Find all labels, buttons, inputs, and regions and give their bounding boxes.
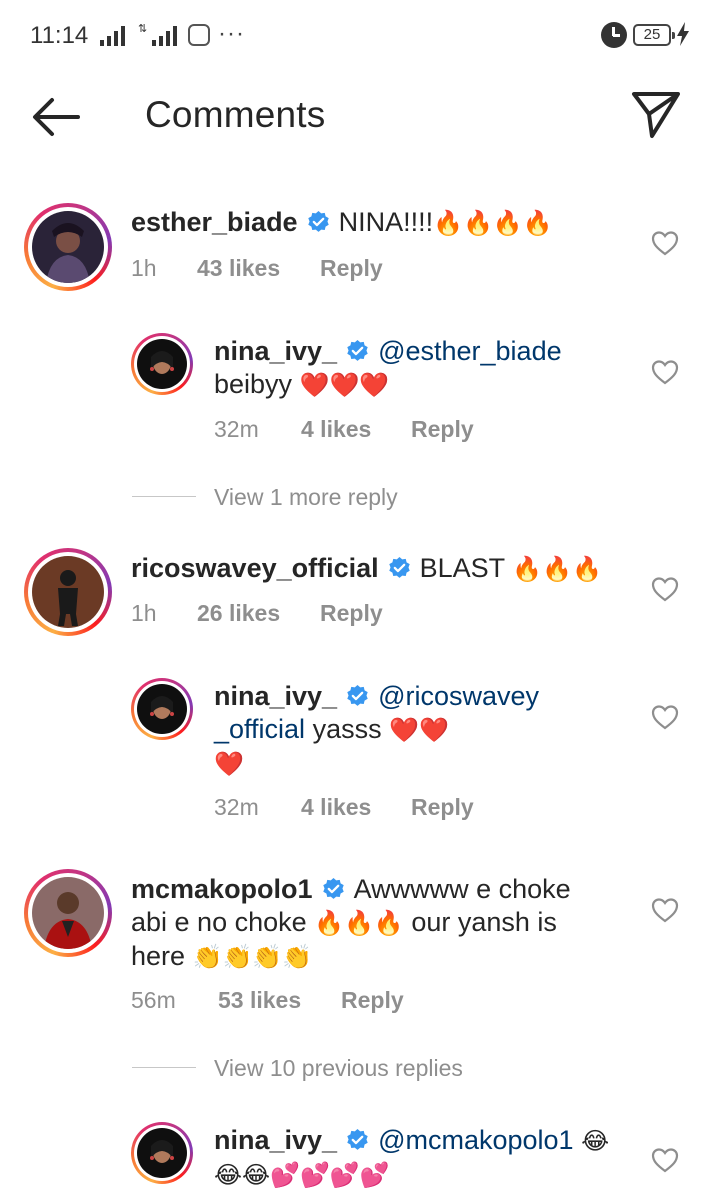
reply-body: beibyy [214,369,293,399]
divider [132,496,196,497]
verified-badge-icon [347,1129,368,1150]
avatar[interactable] [131,333,193,395]
reply-text: nina_ivy_ @ricoswavey _official yasss ❤️❤… [214,680,634,781]
alarm-icon [601,22,627,48]
username[interactable]: esther_biade [131,207,298,237]
comment-time: 1h [131,255,157,281]
mention-link[interactable]: @ricoswavey [378,681,539,711]
verified-badge-icon [388,557,410,578]
status-bar: 11:14 ⇅ ··· 25 [0,0,719,72]
likes-count[interactable]: 43 likes [197,255,320,282]
signal-icon [100,26,125,46]
status-time: 11:14 [30,22,89,49]
heart-emoji: ❤️❤️❤️ [299,372,390,399]
heart-icon[interactable] [651,1147,679,1173]
verified-badge-icon [322,878,344,899]
fire-emoji: 🔥🔥🔥 [314,910,404,937]
comment-text: mcmakopolo1 Awwwww e choke abi e no choke… [131,873,651,974]
likes-count[interactable]: 4 likes [301,794,411,821]
charging-icon [677,22,689,46]
header: Comments [0,72,719,162]
reply-text: nina_ivy_ @esther_biade beibyy ❤️❤️❤️ [214,335,634,402]
mention-link[interactable]: @esther_biade [378,336,562,366]
laughing-emoji: 😂 [581,1128,610,1155]
emoji-sequence: 😂😂💕💕💕💕 [214,1162,390,1189]
back-arrow-icon[interactable] [28,92,84,142]
mention-link-continued[interactable]: _official [214,714,305,744]
likes-count[interactable]: 53 likes [218,987,341,1014]
avatar[interactable] [131,678,193,740]
likes-count[interactable]: 4 likes [301,416,411,443]
heart-icon[interactable] [651,359,679,385]
reply-time: 32m [214,794,259,820]
heart-icon[interactable] [651,897,679,923]
reply-time: 32m [214,416,259,442]
view-more-replies-button[interactable]: View 1 more reply [214,484,398,511]
comment-meta: 1h 43 likes Reply [131,255,383,282]
reply-button[interactable]: Reply [341,987,404,1014]
comment-time: 1h [131,600,157,626]
comment-body: Awwwww e choke [353,874,571,904]
comment-meta: 1h 26 likes Reply [131,600,383,627]
heart-icon[interactable] [651,704,679,730]
username[interactable]: nina_ivy_ [214,336,337,366]
app-icon [188,24,210,46]
view-previous-replies-button[interactable]: View 10 previous replies [214,1055,463,1082]
signal-icon [152,26,177,46]
battery-icon: 25 [633,24,675,46]
verified-badge-icon [307,211,329,232]
heart-emoji: ❤️ [214,751,244,778]
comment-time: 56m [131,987,176,1013]
more-icon: ··· [218,20,245,47]
reply-text: nina_ivy_ @mcmakopolo1 😂 😂😂💕💕💕💕 [214,1124,634,1192]
comment-body-line2: abi e no choke [131,907,307,937]
reply-meta: 32m 4 likes Reply [214,794,474,821]
avatar[interactable] [24,869,112,957]
comment-body-line3: here [131,941,186,971]
likes-count[interactable]: 26 likes [197,600,320,627]
avatar[interactable] [131,1122,193,1184]
reply-button[interactable]: Reply [320,255,383,282]
heart-emoji: ❤️❤️ [389,717,449,744]
username[interactable]: nina_ivy_ [214,681,337,711]
divider [132,1067,196,1068]
comment-text: esther_biade NINA!!!!🔥🔥🔥🔥 [131,206,651,240]
reply-button[interactable]: Reply [411,794,474,821]
comment-body-line2b: our yansh is [411,907,557,937]
reply-button[interactable]: Reply [320,600,383,627]
reply-meta: 32m 4 likes Reply [214,416,474,443]
username[interactable]: ricoswavey_official [131,553,379,583]
page-title: Comments [145,94,326,135]
signal-type-icon: ⇅ [138,23,148,35]
fire-emoji: 🔥🔥🔥🔥 [433,210,553,237]
mention-link[interactable]: @mcmakopolo1 [378,1125,574,1155]
username[interactable]: mcmakopolo1 [131,874,313,904]
heart-icon[interactable] [651,230,679,256]
fire-emoji: 🔥🔥🔥 [512,556,602,583]
comment-body: BLAST [419,553,505,583]
comment-text: ricoswavey_official BLAST 🔥🔥🔥 [131,552,651,586]
comment-meta: 56m 53 likes Reply [131,987,404,1014]
heart-icon[interactable] [651,576,679,602]
verified-badge-icon [347,685,368,706]
reply-body: yasss [312,714,382,744]
avatar[interactable] [24,548,112,636]
verified-badge-icon [347,340,368,361]
comment-body: NINA!!!! [338,207,434,237]
paper-plane-icon[interactable] [628,86,684,142]
clap-emoji: 👏👏👏👏 [192,944,313,971]
avatar[interactable] [24,203,112,291]
reply-button[interactable]: Reply [411,416,474,443]
username[interactable]: nina_ivy_ [214,1125,337,1155]
